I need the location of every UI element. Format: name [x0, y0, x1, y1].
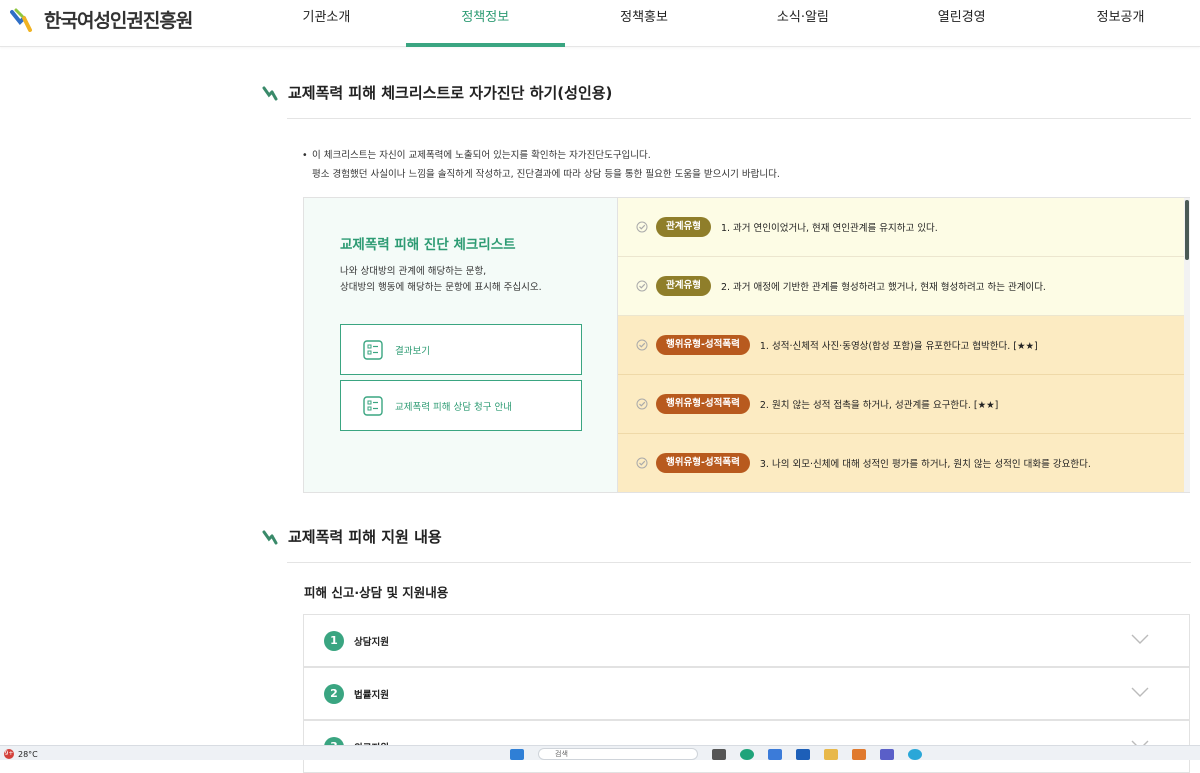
- start-icon[interactable]: [510, 748, 524, 760]
- logo-text: 한국여성인권진흥원: [44, 10, 193, 32]
- app-icon[interactable]: [852, 748, 866, 760]
- action-type-tag: 행위유형-성적폭력: [656, 453, 750, 473]
- nav-item-disclosure[interactable]: 정보공개: [1041, 0, 1200, 47]
- checklist-description: 나와 상대방의 관계에 해당하는 문항, 상대방의 행동에 해당하는 문항에 표…: [340, 264, 542, 296]
- checklist-item-text: 1. 과거 연인이었거나, 현재 연인관계를 유지하고 있다.: [720, 223, 938, 234]
- task-view-icon[interactable]: [712, 748, 726, 760]
- accordion-number: 1: [324, 630, 344, 651]
- checklist-scrollbar[interactable]: [1184, 198, 1190, 492]
- check-circle-icon[interactable]: [636, 398, 648, 410]
- weather-widget[interactable]: 9+ 28°C: [4, 749, 38, 759]
- chevron-down-icon[interactable]: [1131, 633, 1149, 645]
- main-nav: 기관소개 정책정보 정책홍보 소식·알림 열린경영 정보공개: [247, 0, 1200, 47]
- section-title-text: 교제폭력 피해 지원 내용: [288, 528, 442, 546]
- claim-guide-button[interactable]: 교제폭력 피해 상담 청구 안내: [340, 380, 582, 431]
- check-circle-icon[interactable]: [636, 221, 648, 233]
- teams-icon[interactable]: [880, 748, 894, 760]
- check-circle-icon[interactable]: [636, 280, 648, 292]
- accordion-legal[interactable]: 2 법률지원: [303, 667, 1190, 720]
- nav-item-policy-pr[interactable]: 정책홍보: [565, 0, 724, 47]
- section-title-text: 교제폭력 피해 체크리스트로 자가진단 하기(성인용): [288, 84, 613, 102]
- divider: [287, 118, 1191, 119]
- nav-item-policy-info[interactable]: 정책정보: [405, 0, 565, 47]
- site-logo[interactable]: 한국여성인권진흥원: [10, 6, 193, 33]
- chevron-down-icon[interactable]: [1131, 686, 1149, 698]
- checklist-item[interactable]: 관계유형 2. 과거 애정에 기반한 관계를 형성하려고 했거나, 현재 형성하…: [618, 257, 1184, 316]
- result-button-label: 결과보기: [395, 345, 430, 357]
- section-title-support: 교제폭력 피해 지원 내용: [262, 526, 442, 547]
- claim-guide-button-label: 교제폭력 피해 상담 청구 안내: [395, 401, 512, 413]
- desc-line-2: 상대방의 행동에 해당하는 문항에 표시해 주십시오.: [340, 282, 542, 293]
- accordion-label: 상담지원: [354, 636, 389, 648]
- relation-type-tag: 관계유형: [656, 217, 711, 237]
- edge-icon[interactable]: [740, 748, 754, 760]
- taskbar-apps: 검색: [510, 748, 922, 760]
- logo-icon: [10, 8, 32, 32]
- taskbar-search[interactable]: 검색: [538, 748, 698, 760]
- checklist-item[interactable]: 관계유형 1. 과거 연인이었거나, 현재 연인관계를 유지하고 있다.: [618, 198, 1184, 257]
- section-mark-icon: [262, 530, 278, 544]
- accordion-number: 2: [324, 683, 344, 704]
- action-type-tag: 행위유형-성적폭력: [656, 394, 750, 414]
- temperature: 28°C: [18, 749, 38, 759]
- result-button[interactable]: 결과보기: [340, 324, 582, 375]
- checklist-item[interactable]: 행위유형-성적폭력 1. 성적·신체적 사진·동영상(합성 포함)을 유포한다고…: [618, 316, 1184, 375]
- checklist-panel: 교제폭력 피해 진단 체크리스트 나와 상대방의 관계에 해당하는 문항, 상대…: [303, 197, 1190, 493]
- checklist-item-text: 2. 원치 않는 성적 접촉을 하거나, 성관계를 요구한다. [★★]: [759, 400, 999, 411]
- nav-item-news[interactable]: 소식·알림: [723, 0, 882, 47]
- desc-line-1: 나와 상대방의 관계에 해당하는 문항,: [340, 266, 487, 277]
- checklist-notice: • 이 체크리스트는 자신이 교제폭력에 노출되어 있는지를 확인하는 자가진단도…: [302, 146, 780, 184]
- support-subtitle: 피해 신고·상담 및 지원내용: [304, 585, 449, 600]
- site-header: 한국여성인권진흥원 기관소개 정책정보 정책홍보 소식·알림 열린경영 정보공개: [0, 0, 1200, 47]
- list-icon: [363, 339, 383, 360]
- checklist-item-text: 3. 나의 외모·신체에 대해 성적인 평가를 하거나, 원치 않는 성적인 대…: [759, 459, 1091, 470]
- notification-badge: 9+: [4, 749, 14, 759]
- check-circle-icon[interactable]: [636, 339, 648, 351]
- notice-line-2: 평소 경험했던 사실이나 느낌을 솔직하게 작성하고, 진단결과에 따라 상담 …: [312, 169, 780, 180]
- check-circle-icon[interactable]: [636, 457, 648, 469]
- app-icon[interactable]: [908, 748, 922, 760]
- list-icon: [363, 395, 383, 416]
- checklist-items: 관계유형 1. 과거 연인이었거나, 현재 연인관계를 유지하고 있다. 관계유…: [618, 198, 1184, 492]
- checklist-item[interactable]: 행위유형-성적폭력 2. 원치 않는 성적 접촉을 하거나, 성관계를 요구한다…: [618, 375, 1184, 434]
- checklist-intro: 교제폭력 피해 진단 체크리스트 나와 상대방의 관계에 해당하는 문항, 상대…: [304, 198, 618, 492]
- store-icon[interactable]: [796, 748, 810, 760]
- checklist-item[interactable]: 행위유형-성적폭력 3. 나의 외모·신체에 대해 성적인 평가를 하거나, 원…: [618, 434, 1184, 492]
- action-type-tag: 행위유형-성적폭력: [656, 335, 750, 355]
- accordion-label: 법률지원: [354, 689, 389, 701]
- checklist-title: 교제폭력 피해 진단 체크리스트: [340, 237, 516, 253]
- checklist-item-text: 2. 과거 애정에 기반한 관계를 형성하려고 했거나, 현재 형성하려고 하는…: [720, 282, 1046, 293]
- accordion-counseling[interactable]: 1 상담지원: [303, 614, 1190, 667]
- app-icon[interactable]: [768, 748, 782, 760]
- scrollbar-thumb[interactable]: [1185, 200, 1189, 260]
- checklist-item-text: 1. 성적·신체적 사진·동영상(합성 포함)을 유포한다고 협박한다. [★★…: [759, 341, 1038, 352]
- nav-item-management[interactable]: 열린경영: [882, 0, 1041, 47]
- bullet-icon: •: [302, 150, 308, 161]
- relation-type-tag: 관계유형: [656, 276, 711, 296]
- folder-icon[interactable]: [824, 748, 838, 760]
- divider: [287, 562, 1191, 563]
- nav-item-about[interactable]: 기관소개: [247, 0, 406, 47]
- section-mark-icon: [262, 86, 278, 100]
- os-taskbar: 9+ 28°C 검색: [0, 745, 1200, 760]
- section-title-selfcheck: 교제폭력 피해 체크리스트로 자가진단 하기(성인용): [262, 82, 612, 103]
- notice-line-1: 이 체크리스트는 자신이 교제폭력에 노출되어 있는지를 확인하는 자가진단도구…: [312, 150, 651, 161]
